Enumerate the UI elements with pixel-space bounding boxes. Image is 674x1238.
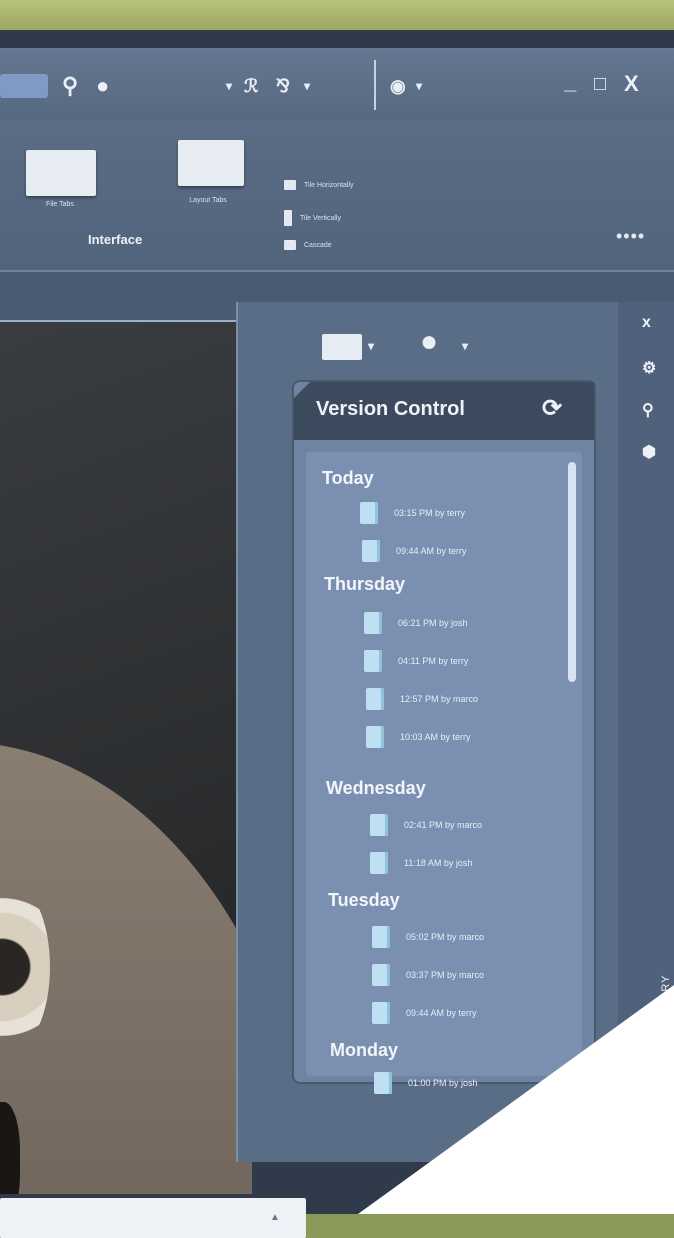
search-icon[interactable]: ⚲ [62, 74, 78, 98]
top-toolbar: ⚲ ● ▾ ℛ ⅋ ▾ ◉ ▾ _ □ X [0, 48, 674, 120]
document-icon [372, 1002, 390, 1024]
document-icon [366, 688, 384, 710]
document-icon [360, 502, 378, 524]
search-input[interactable] [0, 74, 48, 98]
cascade-label: Cascade [304, 241, 332, 249]
version-entry-label: 09:44 AM by terry [396, 546, 467, 556]
help-icon[interactable]: ◉ [390, 74, 406, 98]
version-entry[interactable]: 09:44 AM by terry [372, 1002, 477, 1024]
version-entry[interactable]: 12:57 PM by marco [366, 688, 478, 710]
version-list: Today 03:15 PM by terry 09:44 AM by terr… [306, 452, 582, 1094]
document-icon [372, 964, 390, 986]
bottom-input-bar[interactable]: ▲ [0, 1198, 306, 1238]
version-control-header: Version Control ⟳ [294, 382, 594, 440]
version-entry[interactable]: 03:15 PM by terry [360, 502, 465, 524]
ribbon-interface-group: File Tabs Layout Tabs Interface Tile Hor… [0, 120, 674, 272]
version-entry-label: 10:03 AM by terry [400, 732, 471, 742]
tile-horizontally-label: Tile Horizontally [304, 181, 354, 189]
user-icon[interactable]: ● [96, 74, 109, 98]
tile-vertically-label: Tile Vertically [300, 214, 341, 222]
document-icon [374, 1072, 392, 1094]
version-entry-label: 11:18 AM by josh [404, 858, 473, 868]
version-entry-label: 01:00 PM by josh [408, 1078, 478, 1088]
cascade-button[interactable]: Cascade [284, 240, 332, 250]
share-dropdown-icon[interactable]: ▾ [304, 74, 310, 98]
day-heading: Wednesday [326, 778, 426, 798]
version-entry-label: 04:11 PM by terry [398, 656, 469, 666]
document-icon [370, 814, 388, 836]
file-tabs-button[interactable] [26, 150, 96, 196]
ribbon-more-button[interactable]: •••• [616, 226, 645, 247]
document-icon [372, 926, 390, 948]
layout-tabs-button[interactable] [178, 140, 244, 186]
version-entry[interactable]: 09:44 AM by terry [362, 540, 467, 562]
monitor-screen: ⚲ ● ▾ ℛ ⅋ ▾ ◉ ▾ _ □ X File Tabs Layout T… [0, 30, 674, 1238]
version-entry-label: 03:15 PM by terry [394, 508, 466, 518]
version-entry-label: 02:41 PM by marco [404, 820, 483, 830]
version-entry-label: 09:44 AM by terry [406, 1008, 477, 1018]
settings-icon[interactable]: ⚙ [642, 358, 656, 378]
day-heading: Thursday [324, 574, 406, 594]
tile-horizontally-icon [284, 180, 296, 190]
version-entry[interactable]: 05:02 PM by marco [372, 926, 484, 948]
document-icon [370, 852, 388, 874]
version-entry[interactable]: 03:37 PM by marco [372, 964, 484, 986]
version-entry-label: 12:57 PM by marco [400, 694, 479, 704]
version-entry[interactable]: 02:41 PM by marco [370, 814, 482, 836]
view-dropdown-icon[interactable]: ▾ [368, 334, 374, 358]
document-icon [362, 540, 380, 562]
version-entry-label: 03:37 PM by marco [406, 970, 485, 980]
minimize-button[interactable]: _ [564, 70, 576, 94]
panel-title: Version Control [316, 398, 465, 420]
search-icon[interactable]: ⚲ [642, 400, 654, 420]
list-scrollbar[interactable] [568, 462, 576, 682]
document-icon [364, 650, 382, 672]
panel-close-button[interactable]: x [642, 314, 651, 332]
version-entry-label: 06:21 PM by josh [398, 618, 468, 628]
user-filter-icon[interactable]: ● [420, 327, 438, 357]
cascade-icon [284, 240, 296, 250]
toolbar-divider [374, 60, 376, 110]
version-control-card: Version Control ⟳ Today 03:15 PM by terr… [294, 382, 594, 1094]
tile-vertically-button[interactable]: Tile Vertically [284, 210, 341, 226]
share-icon[interactable]: ⅋ [276, 74, 290, 98]
restore-button[interactable]: □ [594, 72, 606, 96]
document-icon [364, 612, 382, 634]
day-heading: Tuesday [328, 890, 400, 910]
dropdown-arrow-icon[interactable]: ▾ [226, 74, 232, 98]
file-tabs-label: File Tabs [46, 201, 74, 208]
version-entry[interactable]: 01:00 PM by josh [374, 1072, 478, 1094]
version-entry[interactable]: 06:21 PM by josh [364, 612, 468, 634]
version-entry[interactable]: 11:18 AM by josh [370, 852, 472, 874]
help-dropdown-icon[interactable]: ▾ [416, 74, 422, 98]
view-selector-button[interactable] [322, 334, 362, 360]
day-heading: Monday [330, 1040, 399, 1060]
version-control-panel: ▾ ● ▾ Version Control ⟳ Today 03:15 PM b… [236, 302, 618, 1162]
cube-icon[interactable]: ⬢ [642, 442, 656, 462]
version-entry-label: 05:02 PM by marco [406, 932, 485, 942]
close-button[interactable]: X [624, 72, 639, 96]
ribbon-group-label: Interface [88, 232, 143, 247]
refresh-icon[interactable]: ⟳ [542, 394, 562, 423]
cart-icon[interactable]: ℛ [244, 74, 258, 98]
tile-horizontally-button[interactable]: Tile Horizontally [284, 180, 354, 190]
tile-vertically-icon [284, 210, 292, 226]
layout-tabs-label: Layout Tabs [189, 197, 227, 204]
version-entry[interactable]: 04:11 PM by terry [364, 650, 468, 672]
day-heading: Today [322, 468, 374, 488]
user-filter-dropdown-icon[interactable]: ▾ [462, 334, 468, 358]
version-entry[interactable]: 10:03 AM by terry [366, 726, 471, 748]
document-icon [366, 726, 384, 748]
3d-viewport[interactable] [0, 322, 252, 1194]
